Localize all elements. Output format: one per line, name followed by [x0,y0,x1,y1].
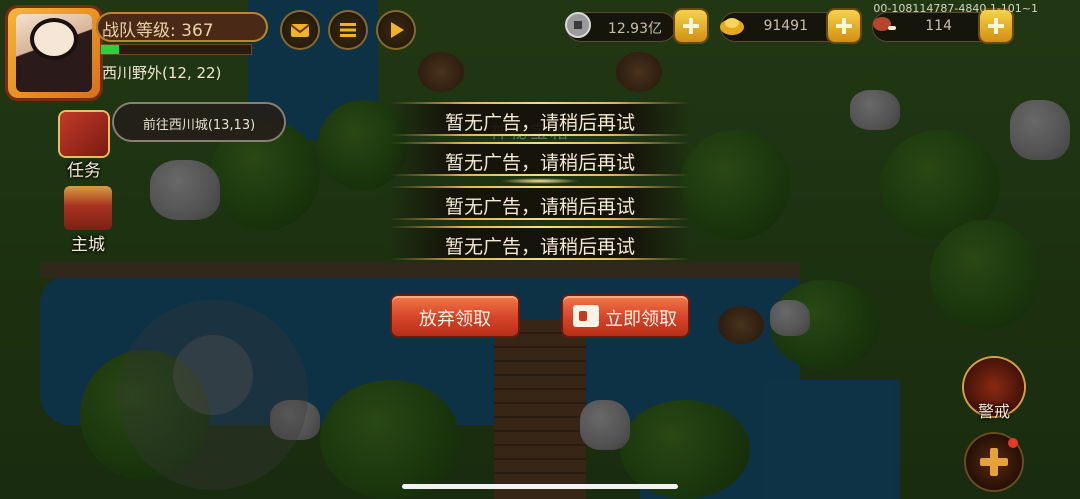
add-gold-button[interactable] [828,10,860,42]
give-up-label: 放弃领取 [419,309,491,330]
main-city-button[interactable]: 主城 [58,186,118,255]
gold-ingot-icon [720,18,744,35]
alert-label: 警戒 [977,402,1010,421]
add-silver-button[interactable] [675,10,707,42]
silver-value: 12.93亿 [607,21,662,37]
ad-message-row: 暂无广告，请稍后再试 [390,142,690,176]
stamina-value: 114 [925,18,952,34]
list-icon [340,23,356,37]
sparkle-effect [500,178,580,184]
ad-message-row: 暂无广告，请稍后再试 [390,102,690,136]
avatar-portrait [16,14,92,92]
expand-menu-button[interactable] [966,434,1022,490]
exp-bar-fill [101,45,119,54]
ad-message-row: 暂无广告，请稍后再试 [390,186,690,220]
mail-button[interactable] [282,12,318,48]
ad-message-text: 暂无广告，请稍后再试 [444,152,635,174]
quest-label: 任务 [67,161,101,181]
play-icon [391,22,404,38]
gold-value: 91491 [763,18,808,34]
list-button[interactable] [330,12,366,48]
version-text: 00-108114787-4840.1-101~1 [873,2,1038,15]
home-indicator[interactable] [402,484,678,489]
notification-dot [1008,438,1018,448]
ad-message-text: 暂无广告，请稍后再试 [444,196,635,218]
meat-leg-icon [873,17,896,31]
play-button[interactable] [378,12,414,48]
video-camera-icon [573,305,599,327]
claim-now-button[interactable]: 立即领取 [563,296,688,336]
player-avatar[interactable] [8,8,100,98]
quest-scroll-icon [60,112,108,156]
ad-message-text: 暂无广告，请稍后再试 [444,236,635,258]
exp-bar [100,44,252,55]
main-city-label: 主城 [71,235,105,255]
quest-button[interactable]: 任务 [54,112,114,181]
mail-icon [290,24,310,37]
claim-now-label: 立即领取 [605,309,677,330]
silver-coin-icon [565,12,591,38]
location-text: 西川野外(12, 22) [102,64,222,82]
team-level-text: 战队等级: 367 [102,21,214,41]
give-up-claim-button[interactable]: 放弃领取 [392,296,518,336]
travel-hint-text: 前往西川城(13,13) [142,118,256,133]
ad-message-row: 暂无广告，请稍后再试 [390,226,690,260]
city-gate-icon [64,186,112,230]
ad-message-text: 暂无广告，请稍后再试 [444,112,635,134]
